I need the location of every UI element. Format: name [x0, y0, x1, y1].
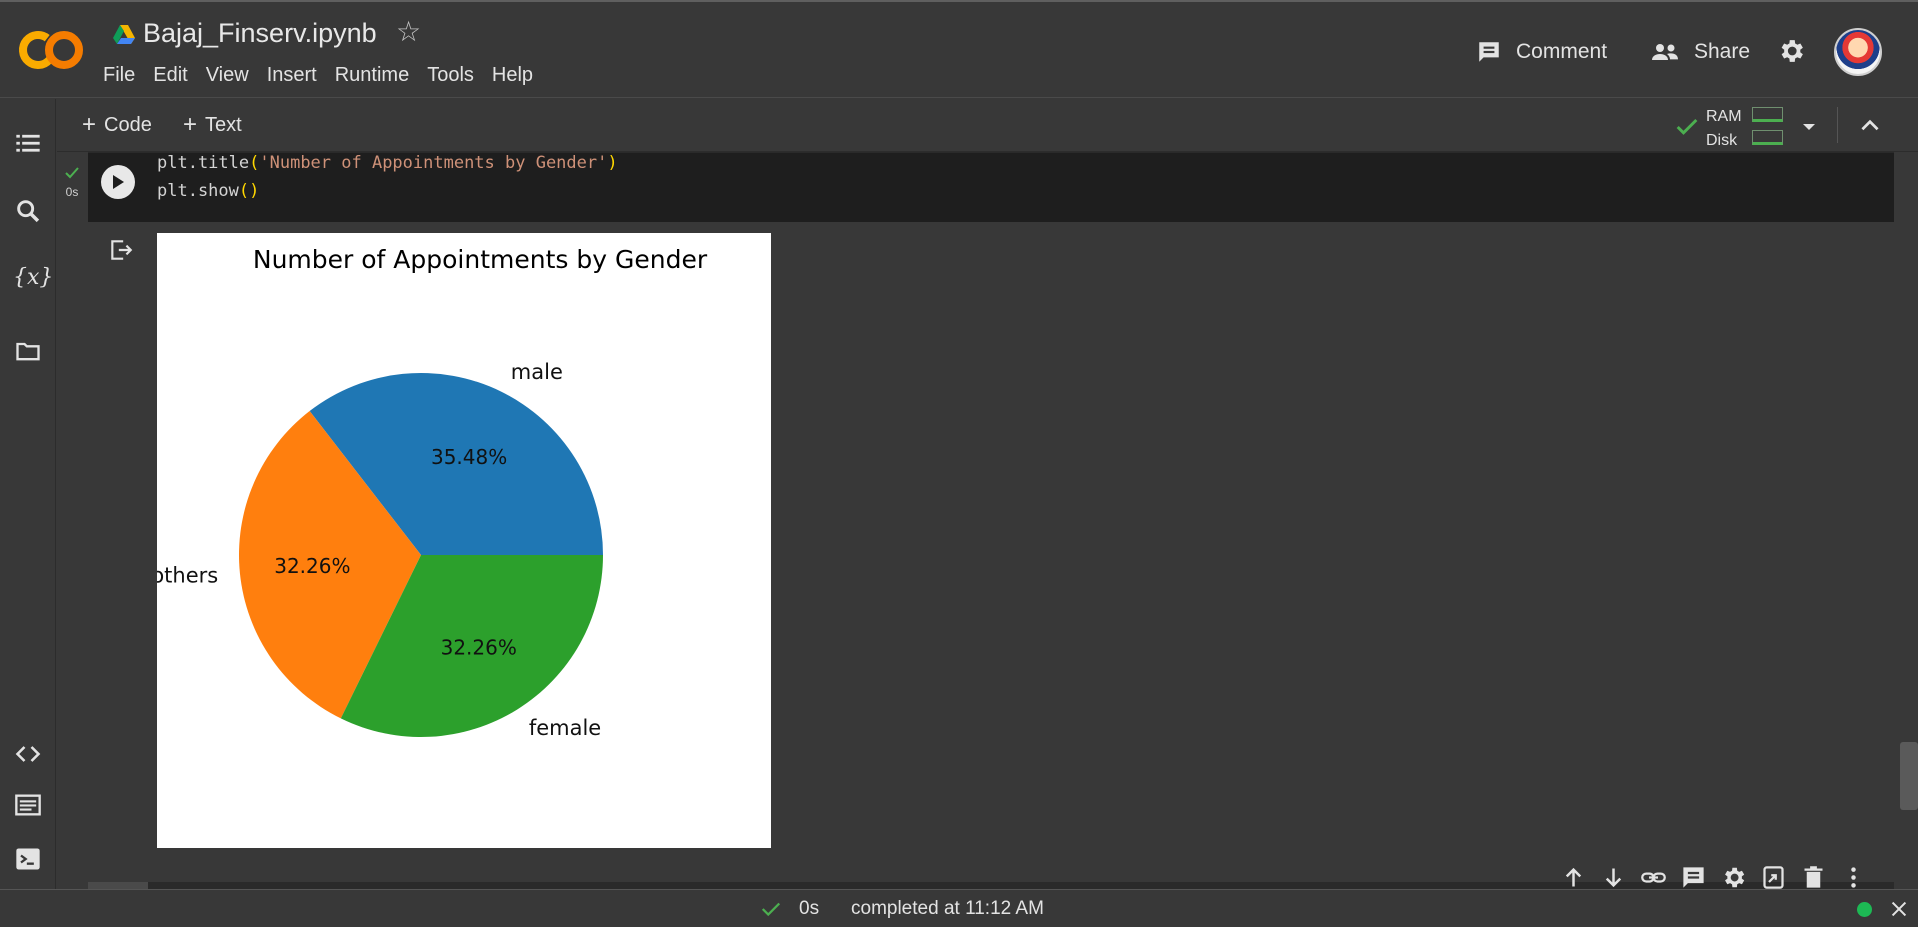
notebook-toolbar: + Code + Text RAM Disk	[57, 99, 1918, 152]
cell-exec-time: 0s	[65, 185, 79, 199]
resource-monitor[interactable]: RAM Disk	[1706, 105, 1742, 153]
comment-icon	[1479, 42, 1499, 62]
menu-help[interactable]: Help	[483, 64, 542, 87]
menu-insert[interactable]: Insert	[258, 64, 326, 87]
run-cell-button[interactable]	[101, 165, 135, 199]
toc-icon[interactable]	[14, 129, 42, 157]
code-paren: (	[249, 153, 260, 173]
check-icon	[65, 167, 79, 179]
cell-run-status: 0s	[58, 166, 86, 199]
pie-pct-label: 32.26%	[274, 554, 350, 578]
mirror-cell-icon[interactable]	[1760, 864, 1787, 891]
comment-label: Comment	[1516, 40, 1608, 63]
search-icon[interactable]	[14, 197, 42, 225]
colab-logo[interactable]	[18, 28, 84, 72]
pie-pct-label: 35.48%	[431, 445, 507, 469]
status-message: completed at 11:12 AM	[851, 898, 1044, 919]
code-text: plt.title	[157, 153, 250, 173]
menu-runtime[interactable]: Runtime	[326, 64, 418, 87]
delete-icon[interactable]	[1800, 864, 1827, 891]
code-paren: )	[249, 181, 260, 201]
connection-status-dot	[1857, 902, 1872, 917]
pie-category-label: male	[511, 360, 563, 384]
arrow-down-icon[interactable]	[1600, 864, 1627, 891]
comment-icon[interactable]	[1680, 864, 1707, 891]
terminal-icon[interactable]	[14, 845, 42, 873]
add-text-button[interactable]: + Text	[183, 113, 242, 137]
arrow-up-icon[interactable]	[1560, 864, 1587, 891]
chevron-down-icon[interactable]	[1799, 117, 1819, 137]
chevron-up-icon[interactable]	[1857, 113, 1883, 139]
share-icon	[1652, 44, 1678, 60]
code-paren: (	[238, 181, 250, 201]
menu-bar: File Edit View Insert Runtime Tools Help	[103, 64, 542, 87]
menu-view[interactable]: View	[197, 64, 258, 87]
status-time: 0s	[799, 898, 820, 919]
scrollbar-thumb[interactable]	[88, 882, 148, 889]
link-icon[interactable]	[1640, 864, 1667, 891]
pie-pct-label: 32.26%	[441, 636, 517, 660]
more-vert-icon[interactable]	[1840, 864, 1867, 891]
chart-title: Number of Appointments by Gender	[253, 245, 708, 274]
variables-icon[interactable]: {x}	[13, 265, 53, 290]
output-actions-icon[interactable]	[108, 237, 134, 263]
add-code-button[interactable]: + Code	[82, 113, 152, 137]
main-scrollbar-thumb[interactable]	[1900, 742, 1918, 810]
avatar[interactable]	[1834, 28, 1882, 76]
toolbar-divider	[1837, 107, 1838, 143]
notebook-title[interactable]: Bajaj_Finserv.ipynb	[143, 18, 377, 49]
code-line[interactable]: plt.title('Number of Appointments by Gen…	[157, 153, 618, 173]
top-bar: Bajaj_Finserv.ipynb ☆ File Edit View Ins…	[0, 0, 1918, 98]
ram-meter	[1752, 107, 1783, 122]
check-icon	[761, 902, 781, 917]
disk-meter	[1752, 130, 1783, 145]
pie-category-label: others	[157, 564, 218, 588]
status-bar: 0s completed at 11:12 AM	[0, 889, 1918, 927]
pie-category-label: female	[529, 716, 601, 740]
chart-output: Number of Appointments by Gender 35.48% m…	[151, 233, 771, 848]
code-text: plt.show	[157, 181, 239, 201]
plus-icon: +	[82, 111, 97, 138]
play-icon	[113, 175, 124, 189]
share-label: Share	[1694, 40, 1751, 63]
add-code-label: Code	[104, 113, 152, 136]
close-icon[interactable]	[1888, 898, 1910, 920]
command-palette-icon[interactable]	[14, 791, 42, 819]
disk-label: Disk	[1706, 132, 1738, 149]
code-paren: )	[607, 153, 618, 173]
drive-icon	[113, 25, 135, 44]
add-text-label: Text	[205, 113, 242, 136]
code-string: 'Number of Appointments by Gender'	[259, 153, 608, 173]
star-icon[interactable]: ☆	[396, 18, 421, 46]
share-button[interactable]: Share	[1650, 30, 1750, 74]
gear-icon[interactable]	[1720, 864, 1747, 891]
folder-icon[interactable]	[14, 337, 42, 365]
left-sidebar: {x}	[0, 99, 56, 889]
check-icon	[1676, 118, 1698, 135]
plus-icon: +	[183, 111, 198, 138]
gear-icon[interactable]	[1776, 36, 1806, 66]
menu-tools[interactable]: Tools	[418, 64, 483, 87]
code-line[interactable]: plt.show()	[157, 181, 259, 201]
ram-label: RAM	[1706, 108, 1742, 125]
menu-file[interactable]: File	[103, 64, 144, 87]
comment-button[interactable]: Comment	[1476, 30, 1607, 74]
menu-edit[interactable]: Edit	[144, 64, 196, 87]
code-snippets-icon[interactable]	[14, 740, 42, 768]
pie-chart: Number of Appointments by Gender 35.48% m…	[151, 245, 708, 740]
